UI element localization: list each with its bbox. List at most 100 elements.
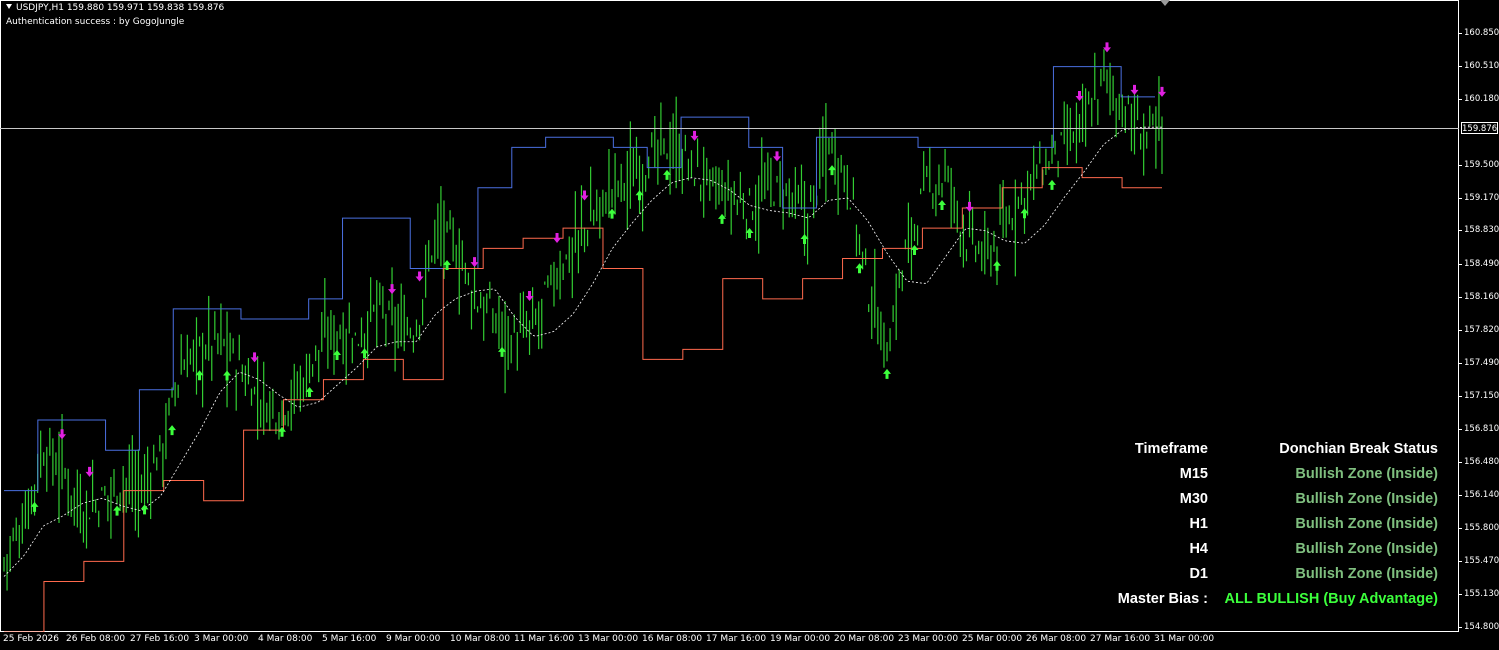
price-tick-label: 159.170: [1464, 193, 1499, 203]
chart-shift-marker[interactable]: [1160, 0, 1170, 6]
price-tick: [1459, 561, 1462, 562]
symbol-info-text: USDJPY,H1 159.880 159.971 159.838 159.87…: [16, 3, 225, 13]
price-tick: [1459, 264, 1462, 265]
zone-status: Bullish Zone (Inside): [1295, 566, 1438, 582]
time-tick-label: 25 Mar 00:00: [962, 634, 1023, 644]
current-price-line: [0, 128, 1459, 129]
buy-arrow-icon: [1048, 179, 1057, 190]
buy-arrow-icon: [883, 368, 892, 379]
time-tick-label: 16 Mar 08:00: [642, 634, 703, 644]
price-tick: [1459, 429, 1462, 430]
time-tick-label: 3 Mar 00:00: [194, 634, 249, 644]
price-tick-label: 158.830: [1464, 225, 1499, 235]
time-tick-label: 25 Feb 2026: [3, 634, 60, 644]
price-axis[interactable]: 160.850 160.510 160.180 159.500 159.170 158.8…: [1459, 0, 1499, 632]
price-tick: [1459, 230, 1462, 231]
time-tick-label: 26 Mar 08:00: [1026, 634, 1087, 644]
price-tick: [1459, 528, 1462, 529]
price-tick-label: 155.800: [1464, 523, 1499, 533]
price-tick-label: 155.130: [1464, 589, 1499, 599]
price-tick: [1459, 594, 1462, 595]
donchian-upper-band: [4, 66, 1155, 492]
price-tick: [1459, 495, 1462, 496]
status-row-m15: M15 Bullish Zone (Inside): [1078, 466, 1438, 491]
timeframe-label: D1: [1189, 566, 1208, 582]
price-tick: [1459, 165, 1462, 166]
candles: [3, 49, 1163, 591]
sell-arrow-icon: [773, 151, 782, 162]
donchian-status-panel: Timeframe Donchian Break Status M15 Bulli…: [1078, 441, 1438, 616]
sell-arrow-icon: [415, 271, 424, 282]
price-tick-label: 160.510: [1464, 61, 1499, 71]
price-tick-label: 156.810: [1464, 424, 1499, 434]
status-header-row: Timeframe Donchian Break Status: [1078, 441, 1438, 466]
timeframe-label: H4: [1189, 541, 1208, 557]
status-row-d1: D1 Bullish Zone (Inside): [1078, 566, 1438, 591]
price-tick-label: 154.800: [1464, 622, 1499, 632]
buy-arrow-icon: [140, 504, 149, 515]
time-tick-label: 20 Mar 08:00: [834, 634, 895, 644]
price-tick-label: 158.490: [1464, 259, 1499, 269]
donchian-middle-band: [3, 126, 1162, 577]
timeframe-header: Timeframe: [1134, 441, 1208, 457]
zone-status: Bullish Zone (Inside): [1295, 491, 1438, 507]
price-tick-label: 158.160: [1464, 292, 1499, 302]
buy-arrow-icon: [993, 260, 1002, 271]
timeframe-label: M15: [1179, 466, 1208, 482]
time-tick-label: 27 Feb 16:00: [130, 634, 190, 644]
price-tick: [1459, 462, 1462, 463]
zone-status: Bullish Zone (Inside): [1295, 466, 1438, 482]
time-tick-label: 31 Mar 00:00: [1154, 634, 1215, 644]
zone-status: Bullish Zone (Inside): [1295, 541, 1438, 557]
buy-arrow-icon: [223, 370, 232, 381]
time-tick-label: 5 Mar 16:00: [322, 634, 377, 644]
master-bias-row: Master Bias : ALL BULLISH (Buy Advantage…: [1078, 591, 1438, 616]
price-tick-label: 155.470: [1464, 556, 1499, 566]
auth-status-text: Authentication success : by GogoJungle: [6, 17, 185, 27]
time-tick-label: 27 Mar 16:00: [1090, 634, 1151, 644]
price-tick: [1459, 330, 1462, 331]
price-tick: [1459, 66, 1462, 67]
time-tick-label: 9 Mar 00:00: [386, 634, 441, 644]
time-tick-label: 26 Feb 08:00: [66, 634, 126, 644]
status-row-h1: H1 Bullish Zone (Inside): [1078, 516, 1438, 541]
price-tick: [1459, 198, 1462, 199]
price-tick: [1459, 99, 1462, 100]
time-tick-label: 23 Mar 00:00: [898, 634, 959, 644]
price-tick: [1459, 396, 1462, 397]
price-tick: [1459, 33, 1462, 34]
price-tick: [1459, 297, 1462, 298]
time-axis[interactable]: 25 Feb 2026 26 Feb 08:00 27 Feb 16:00 3 Mar…: [0, 632, 1459, 650]
buy-arrow-icon: [938, 200, 947, 211]
time-tick-label: 11 Mar 16:00: [514, 634, 575, 644]
price-tick-label: 157.820: [1464, 325, 1499, 335]
status-header: Donchian Break Status: [1279, 441, 1438, 457]
buy-arrow-icon: [168, 425, 177, 436]
time-tick-label: 13 Mar 00:00: [578, 634, 639, 644]
status-row-m30: M30 Bullish Zone (Inside): [1078, 491, 1438, 516]
price-tick-label: 156.140: [1464, 490, 1499, 500]
price-tick: [1459, 627, 1462, 628]
price-tick-label: 157.150: [1464, 391, 1499, 401]
symbol-info: USDJPY,H1 159.880 159.971 159.838 159.87…: [6, 3, 224, 13]
price-tick: [1459, 363, 1462, 364]
sell-arrow-icon: [470, 257, 479, 268]
price-tick-label: 160.180: [1464, 94, 1499, 104]
timeframe-label: M30: [1179, 491, 1208, 507]
time-tick-label: 17 Mar 16:00: [706, 634, 767, 644]
price-tick-label: 160.850: [1464, 28, 1499, 38]
dropdown-triangle-icon[interactable]: [6, 4, 12, 9]
time-tick-label: 10 Mar 08:00: [450, 634, 511, 644]
timeframe-label: H1: [1189, 516, 1208, 532]
master-bias-label: Master Bias :: [1117, 591, 1208, 607]
price-tick-label: 159.500: [1464, 160, 1499, 170]
zone-status: Bullish Zone (Inside): [1295, 516, 1438, 532]
master-bias-value: ALL BULLISH (Buy Advantage): [1224, 591, 1438, 607]
sell-arrow-icon: [388, 284, 397, 295]
time-tick-label: 4 Mar 08:00: [258, 634, 313, 644]
price-tick-label: 157.490: [1464, 358, 1499, 368]
status-row-h4: H4 Bullish Zone (Inside): [1078, 541, 1438, 566]
sell-arrow-icon: [1130, 84, 1139, 95]
time-tick-label: 19 Mar 00:00: [770, 634, 831, 644]
price-tick-label: 156.480: [1464, 457, 1499, 467]
